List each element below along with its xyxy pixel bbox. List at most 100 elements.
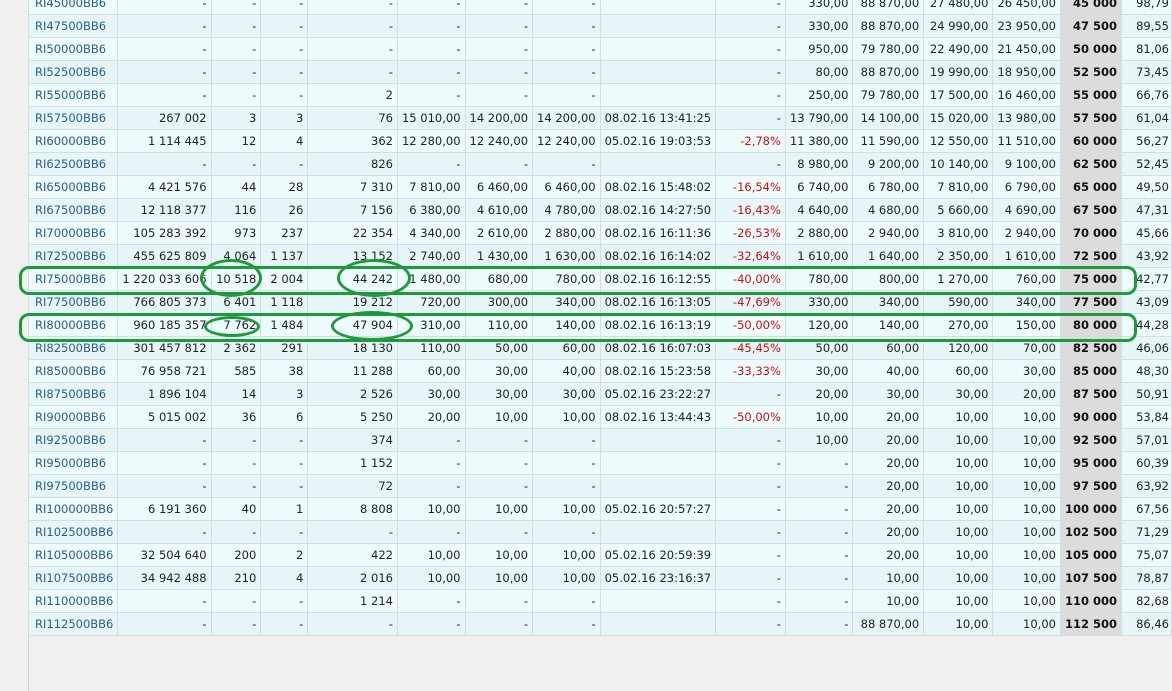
table-row[interactable]: RI57500BB6 267 002 3 3 76 15 010,00 14 200,00 1… (27, 106, 1172, 130)
bid-price-cell: 11 510,00 (992, 129, 1061, 153)
table-row[interactable]: RI45000BB6- - - - - - - -330,00 88 870,00 27 480,… (27, 0, 1172, 15)
ticker-link[interactable]: RI100000BB6 (27, 497, 119, 521)
table-row[interactable]: RI85000BB6 76 958 721 585 38 11 288 60,00 30,0… (27, 359, 1172, 383)
open-price-cell: 30,00 (396, 382, 466, 406)
ticker-link[interactable]: RI60000BB6 (27, 129, 119, 153)
ticker-link[interactable]: RI85000BB6 (27, 359, 119, 383)
ask-price-cell: 10 140,00 (923, 152, 994, 176)
table-row[interactable]: RI52500BB6- - - - - - - -80,00 88 870,00 19 990,0… (27, 60, 1172, 84)
table-row[interactable]: RI50000BB6- - - - - - - -950,00 79 780,00 22 490,… (27, 37, 1172, 61)
table-row[interactable]: RI67500BB6 12 118 377 116 26 7 156 6 380,00 4 … (27, 198, 1172, 222)
volume-rub-cell: 455 625 809 (117, 244, 212, 268)
ticker-link[interactable]: RI92500BB6 (27, 428, 119, 452)
change-percent-cell: - (715, 497, 786, 521)
last-price-cell: 330,00 (784, 0, 854, 15)
open-interest-cell: 5 250 (307, 405, 398, 429)
table-row[interactable]: RI112500BB6- - - - - - - - -88 870,00 10,00 10,00 1… (27, 612, 1172, 636)
ticker-link[interactable]: RI50000BB6 (27, 37, 119, 61)
ticker-link[interactable]: RI95000BB6 (27, 451, 119, 475)
ticker-link[interactable]: RI90000BB6 (27, 405, 119, 429)
ticker-link[interactable]: RI57500BB6 (27, 106, 119, 130)
table-row[interactable]: RI47500BB6- - - - - - - -330,00 88 870,00 24 990,… (27, 14, 1172, 38)
low-price-cell: - (464, 474, 534, 498)
ask-price-cell: 10,00 (923, 543, 994, 567)
implied-volatility-cell: 63,92 (1120, 474, 1172, 498)
ticker-link[interactable]: RI110000BB6 (27, 589, 119, 613)
high-price-cell: - (532, 37, 601, 61)
table-row[interactable]: RI72500BB6 455 625 809 4 064 1 137 13 152 2 7… (27, 244, 1172, 268)
bid-price-cell: 10,00 (992, 612, 1061, 636)
high-price-cell: - (532, 451, 601, 475)
table-row[interactable]: RI75000BB6 1 220 033 606 10 518 2 004 44 242… (27, 267, 1172, 291)
table-row[interactable]: RI82500BB6 301 457 812 2 362 291 18 130 110,0… (27, 336, 1172, 360)
change-percent-cell: - (715, 543, 786, 567)
table-row[interactable]: RI97500BB6- - -72- - - - -20,00 10,00 10,00 97 50… (27, 474, 1172, 498)
table-row[interactable]: RI62500BB6- - -826- - - -8 980,00 9 200,00 10 1… (27, 152, 1172, 176)
bid-price-cell: 10,00 (992, 451, 1061, 475)
strike-cell: 102 500 (1059, 520, 1122, 544)
high-price-cell: 30,00 (532, 382, 601, 406)
ticker-link[interactable]: RI82500BB6 (27, 336, 119, 360)
table-row[interactable]: RI95000BB6- - -1 152- - - - -20,00 10,00 10,00 95… (27, 451, 1172, 475)
table-row[interactable]: RI90000BB6 5 015 002 36 6 5 250 20,00 10,00 10,… (27, 405, 1172, 429)
open-price-cell: - (396, 451, 466, 475)
last-price-cell: - (784, 589, 854, 613)
table-row[interactable]: RI77500BB6 766 805 373 6 401 1 118 19 212 720… (27, 290, 1172, 314)
contracts-cell: - (260, 520, 309, 544)
ask-price-cell: 27 480,00 (923, 0, 994, 15)
table-row[interactable]: RI102500BB6- - - - - - - - -20,00 10,00 10,00 102 5… (27, 520, 1172, 544)
ticker-link[interactable]: RI107500BB6 (27, 566, 119, 590)
ticker-link[interactable]: RI62500BB6 (27, 152, 119, 176)
ticker-link[interactable]: RI105000BB6 (27, 543, 119, 567)
ask-price-cell: 17 500,00 (923, 83, 994, 107)
trades-count-cell: 36 (210, 405, 262, 429)
ticker-link[interactable]: RI70000BB6 (27, 221, 119, 245)
ask-price-cell: 10,00 (923, 405, 994, 429)
table-row[interactable]: RI65000BB6 4 421 576 44 28 7 310 7 810,00 6 46… (27, 175, 1172, 199)
ticker-link[interactable]: RI77500BB6 (27, 290, 119, 314)
ticker-link[interactable]: RI67500BB6 (27, 198, 119, 222)
ask-price-cell: 10,00 (923, 474, 994, 498)
bid-price-cell: 2 940,00 (992, 221, 1061, 245)
ticker-link[interactable]: RI112500BB6 (27, 612, 119, 636)
ticker-link[interactable]: RI75000BB6 (27, 267, 119, 291)
volume-rub-cell: - (117, 451, 212, 475)
table-row[interactable]: RI87500BB6 1 896 104 14 3 2 526 30,00 30,00 30,… (27, 382, 1172, 406)
bid-price-cell: 10,00 (992, 405, 1061, 429)
open-price-cell: 12 280,00 (396, 129, 466, 153)
ticker-link[interactable]: RI80000BB6 (27, 313, 119, 337)
table-row[interactable]: RI100000BB6 6 191 360 40 1 8 808 10,00 10,00 10… (27, 497, 1172, 521)
trades-count-cell: 12 (210, 129, 262, 153)
contracts-cell: - (260, 428, 309, 452)
ticker-link[interactable]: RI52500BB6 (27, 60, 119, 84)
open-interest-cell: 1 152 (307, 451, 398, 475)
table-row[interactable]: RI110000BB6- - -1 214- - - - -10,00 10,00 10,00 1… (27, 589, 1172, 613)
table-row[interactable]: RI70000BB6 105 283 392 973 237 22 354 4 340,0… (27, 221, 1172, 245)
bid-price-cell: 10,00 (992, 497, 1061, 521)
ticker-link[interactable]: RI65000BB6 (27, 175, 119, 199)
table-row[interactable]: RI60000BB6 1 114 445 12 4 362 12 280,00 12 240… (27, 129, 1172, 153)
table-row[interactable]: RI55000BB6- - -2- - - -250,00 79 780,00 17 500,… (27, 83, 1172, 107)
ticker-link[interactable]: RI87500BB6 (27, 382, 119, 406)
bid-price-cell: 10,00 (992, 566, 1061, 590)
theoretical-price-cell: 20,00 (852, 497, 925, 521)
ticker-link[interactable]: RI72500BB6 (27, 244, 119, 268)
open-interest-cell: 11 288 (307, 359, 398, 383)
ticker-link[interactable]: RI45000BB6 (27, 0, 119, 15)
ticker-link[interactable]: RI102500BB6 (27, 520, 119, 544)
ask-price-cell: 60,00 (923, 359, 994, 383)
left-gutter (0, 0, 29, 691)
table-row[interactable]: RI107500BB6 34 942 488 210 4 2 016 10,00 10,00… (27, 566, 1172, 590)
open-interest-cell: - (307, 612, 398, 636)
open-interest-cell: 2 (307, 83, 398, 107)
ticker-link[interactable]: RI97500BB6 (27, 474, 119, 498)
ticker-link[interactable]: RI47500BB6 (27, 14, 119, 38)
table-row[interactable]: RI80000BB6 960 185 357 7 762 1 484 47 904 310… (27, 313, 1172, 337)
table-row[interactable]: RI105000BB6 32 504 640 200 2 422 10,00 10,00 10… (27, 543, 1172, 567)
ask-price-cell: 10,00 (923, 612, 994, 636)
table-row[interactable]: RI92500BB6- - -374- - - -10,00 20,00 10,00 10,00… (27, 428, 1172, 452)
implied-volatility-cell: 48,30 (1120, 359, 1172, 383)
ask-price-cell: 7 810,00 (923, 175, 994, 199)
ticker-link[interactable]: RI55000BB6 (27, 83, 119, 107)
strike-cell: 80 000 (1059, 313, 1122, 337)
